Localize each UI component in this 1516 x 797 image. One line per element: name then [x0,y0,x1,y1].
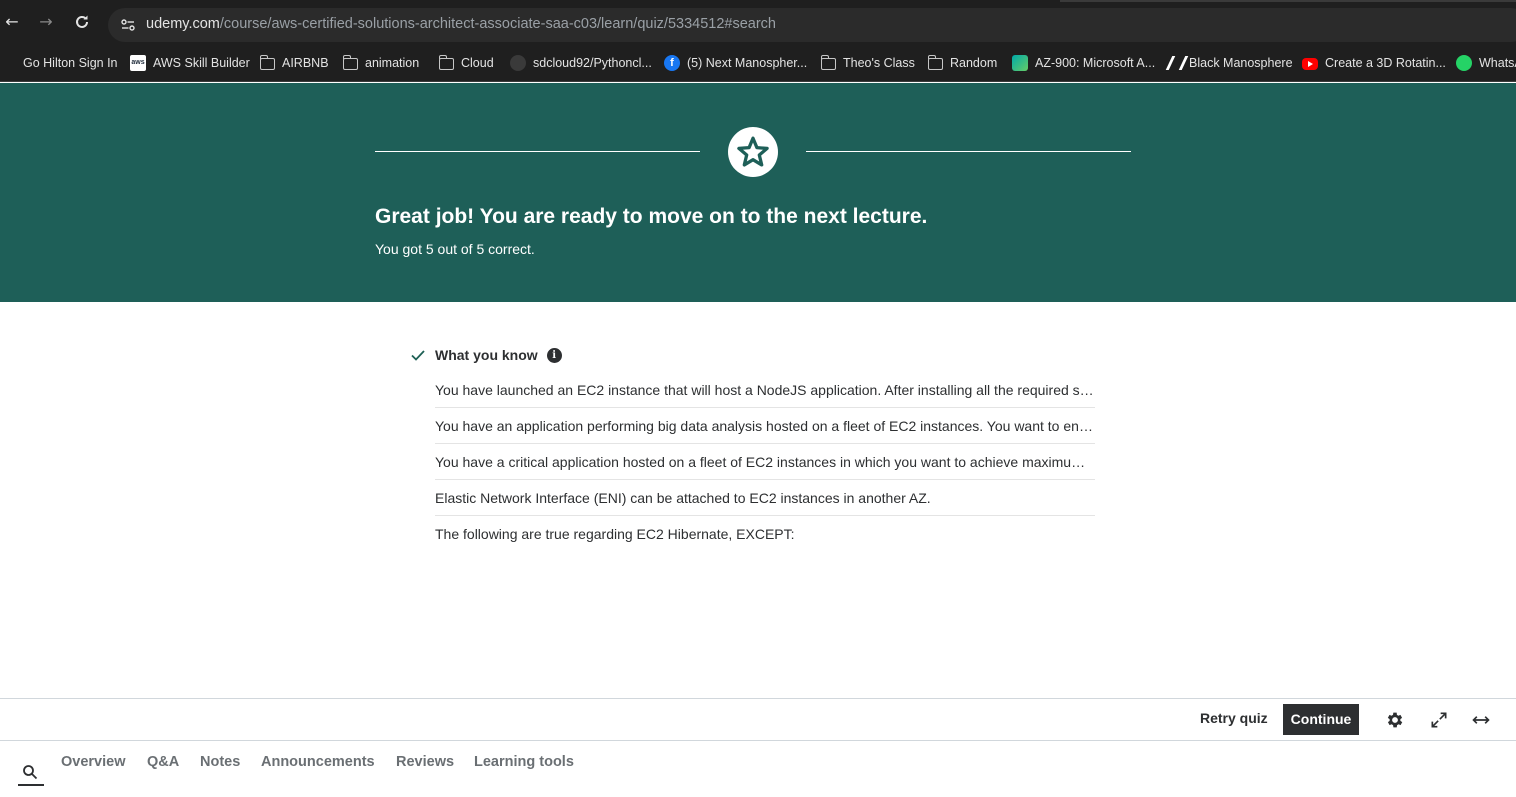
question-list: You have launched an EC2 instance that w… [435,372,1095,552]
tab-qa[interactable]: Q&A [147,754,179,770]
gear-icon[interactable] [1385,710,1405,730]
divider-right [806,151,1131,152]
url-path: /course/aws-certified-solutions-architec… [219,16,776,32]
url-text: udemy.com/course/aws-certified-solutions… [146,16,776,32]
site-settings-icon[interactable] [120,17,136,33]
what-you-know-header: What you know i [410,345,562,365]
bookmark-label: Theo's Class [843,56,915,70]
tab-strip-edge [1320,0,1516,2]
bookmark-airbnb[interactable]: AIRBNB [259,53,329,73]
result-score: You got 5 out of 5 correct. [375,241,535,257]
bookmark-aws-skill-builder[interactable]: aws AWS Skill Builder [130,53,250,73]
browser-toolbar: ← → udemy.com/course/aws-certified-solut… [0,0,1516,44]
brand-icon [1166,55,1182,71]
bookmark-label: (5) Next Manospher... [687,56,808,70]
list-item[interactable]: You have a critical application hosted o… [435,444,1095,480]
back-icon[interactable]: ← [2,12,22,32]
bookmark-github[interactable]: sdcloud92/Pythoncl... [510,53,652,73]
bookmark-label: Random [950,56,998,70]
bookmark-label: Create a 3D Rotatin... [1325,56,1446,70]
continue-button[interactable]: Continue [1283,704,1359,735]
tab-reviews[interactable]: Reviews [396,754,454,770]
bookmark-youtube[interactable]: Create a 3D Rotatin... [1302,53,1446,73]
bookmark-label: WhatsA [1479,56,1516,70]
list-item[interactable]: You have launched an EC2 instance that w… [435,372,1095,408]
bookmark-label: AIRBNB [282,56,329,70]
quiz-control-bar: Retry quiz Continue [0,698,1516,741]
forward-icon[interactable]: → [36,12,56,32]
bookmark-label: Cloud [461,56,494,70]
search-icon [23,765,38,780]
folder-icon [438,55,454,70]
tab-search[interactable] [18,752,44,786]
check-icon [411,350,425,361]
bookmark-facebook[interactable]: f (5) Next Manospher... [664,53,807,73]
url-host: udemy.com [146,16,220,32]
bookmark-label: Go Hilton Sign In [23,56,118,70]
tab-notes[interactable]: Notes [200,754,240,770]
folder-icon [820,55,836,70]
divider-left [375,151,700,152]
bookmark-hilton[interactable]: Go Hilton Sign In [23,53,118,73]
bookmark-label: AZ-900: Microsoft A... [1035,56,1156,70]
expand-width-icon[interactable] [1471,710,1491,730]
bookmark-label: sdcloud92/Pythoncl... [533,56,652,70]
bookmark-label: AWS Skill Builder [153,56,250,70]
star-badge [728,127,778,177]
bookmark-cloud[interactable]: Cloud [438,53,494,73]
facebook-icon: f [664,55,680,71]
fullscreen-icon[interactable] [1429,710,1449,730]
folder-icon [259,55,275,70]
section-title: What you know [435,347,538,363]
tab-learning-tools[interactable]: Learning tools [474,754,574,770]
bookmark-animation[interactable]: animation [342,53,420,73]
star-icon [737,136,769,167]
bookmark-whatsapp[interactable]: WhatsA [1456,53,1516,73]
quiz-result-banner: Great job! You are ready to move on to t… [0,83,1516,302]
address-bar[interactable]: udemy.com/course/aws-certified-solutions… [108,8,1516,42]
bookmark-random[interactable]: Random [927,53,998,73]
bookmark-az900[interactable]: AZ-900: Microsoft A... [1012,53,1155,73]
reload-icon[interactable] [72,12,92,32]
folder-icon [342,55,358,70]
whatsapp-icon [1456,55,1472,71]
info-icon[interactable]: i [546,347,562,363]
list-item[interactable]: You have an application performing big d… [435,408,1095,444]
course-tabs: Overview Q&A Notes Announcements Reviews… [0,742,1516,797]
list-item[interactable]: The following are true regarding EC2 Hib… [435,516,1095,552]
list-item[interactable]: Elastic Network Interface (ENI) can be a… [435,480,1095,516]
aws-icon: aws [130,55,146,71]
retry-quiz-button[interactable]: Retry quiz [1200,710,1268,726]
bookmark-label: animation [365,56,420,70]
bookmarks-bar: Go Hilton Sign In aws AWS Skill Builder A… [0,44,1516,82]
tab-strip-edge [1060,0,1360,2]
tab-announcements[interactable]: Announcements [261,754,375,770]
result-title: Great job! You are ready to move on to t… [375,205,928,228]
bookmark-theos-class[interactable]: Theo's Class [820,53,915,73]
azure-icon [1012,55,1028,71]
bookmark-label: Black Manosphere [1189,56,1293,70]
bookmark-black-manosphere[interactable]: Black Manosphere [1166,53,1293,73]
youtube-icon [1302,58,1318,70]
tab-overview[interactable]: Overview [61,754,126,770]
github-icon [510,55,526,71]
folder-icon [927,55,943,70]
